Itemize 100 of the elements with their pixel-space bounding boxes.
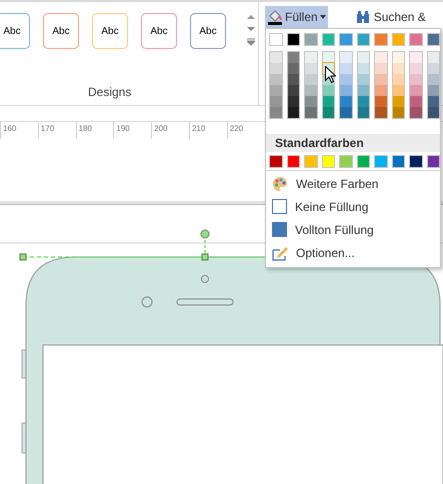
- color-swatch[interactable]: [340, 63, 352, 74]
- color-swatch[interactable]: [339, 155, 352, 168]
- color-swatch[interactable]: [374, 33, 388, 46]
- color-swatch[interactable]: [358, 52, 369, 63]
- color-swatch[interactable]: [322, 107, 334, 118]
- shape-style-button[interactable]: Abc: [190, 13, 226, 49]
- color-swatch[interactable]: [288, 52, 299, 63]
- color-swatch[interactable]: [375, 107, 386, 118]
- color-swatch[interactable]: [304, 155, 318, 168]
- color-swatch[interactable]: [304, 33, 318, 46]
- color-swatch[interactable]: [358, 107, 369, 118]
- fill-button[interactable]: Füllen: [265, 6, 328, 28]
- filled-square-icon: [272, 222, 287, 237]
- color-swatch[interactable]: [392, 74, 404, 85]
- color-swatch[interactable]: [356, 155, 370, 168]
- color-swatch[interactable]: [410, 107, 422, 118]
- color-swatch[interactable]: [375, 63, 386, 74]
- find-button[interactable]: Suchen &: [356, 6, 426, 28]
- color-swatch[interactable]: [358, 74, 369, 85]
- color-swatch[interactable]: [340, 96, 352, 107]
- color-swatch[interactable]: [375, 96, 386, 107]
- color-swatch[interactable]: [409, 33, 422, 46]
- color-swatch[interactable]: [340, 107, 352, 118]
- menu-item[interactable]: Optionen...: [266, 241, 440, 264]
- color-swatch[interactable]: [410, 85, 422, 96]
- binoculars-icon: [356, 10, 370, 24]
- color-swatch[interactable]: [286, 33, 300, 46]
- color-swatch[interactable]: [305, 96, 316, 107]
- color-swatch[interactable]: [305, 63, 316, 74]
- ruler-number: 170: [40, 123, 54, 135]
- scroll-up-icon[interactable]: [247, 14, 255, 20]
- color-swatch[interactable]: [340, 74, 352, 85]
- shape-style-button[interactable]: Abc: [141, 13, 177, 49]
- color-swatch[interactable]: [426, 33, 440, 46]
- color-swatch[interactable]: [410, 96, 422, 107]
- color-swatch[interactable]: [305, 107, 316, 118]
- resize-handle[interactable]: [20, 254, 26, 260]
- color-swatch[interactable]: [428, 96, 439, 107]
- color-swatch[interactable]: [269, 155, 282, 168]
- color-swatch[interactable]: [428, 74, 439, 85]
- color-swatch[interactable]: [270, 52, 282, 63]
- menu-item[interactable]: Keine Füllung: [266, 195, 440, 218]
- resize-handle[interactable]: [202, 254, 208, 260]
- color-swatch[interactable]: [269, 33, 282, 46]
- color-swatch[interactable]: [410, 63, 422, 74]
- rotate-handle[interactable]: [200, 230, 210, 238]
- color-swatch[interactable]: [322, 85, 334, 96]
- color-swatch[interactable]: [339, 33, 352, 46]
- color-swatch[interactable]: [340, 85, 352, 96]
- color-swatch[interactable]: [286, 155, 300, 168]
- color-swatch[interactable]: [392, 63, 404, 74]
- color-swatch[interactable]: [305, 85, 316, 96]
- color-swatch[interactable]: [322, 155, 335, 168]
- color-swatch[interactable]: [392, 85, 404, 96]
- color-swatch[interactable]: [410, 74, 422, 85]
- color-swatch[interactable]: [288, 85, 299, 96]
- color-swatch[interactable]: [375, 52, 386, 63]
- menu-item[interactable]: Vollton Füllung: [266, 218, 440, 241]
- color-swatch[interactable]: [288, 96, 299, 107]
- empty-square-icon: [272, 199, 287, 214]
- color-swatch[interactable]: [270, 96, 282, 107]
- menu-item[interactable]: Weitere Farben: [266, 172, 440, 195]
- shape-style-button[interactable]: Abc: [0, 13, 30, 49]
- color-swatch[interactable]: [358, 96, 369, 107]
- color-swatch[interactable]: [305, 74, 316, 85]
- shape-style-button[interactable]: Abc: [43, 13, 79, 49]
- color-swatch[interactable]: [392, 96, 404, 107]
- color-swatch[interactable]: [428, 52, 439, 63]
- color-swatch[interactable]: [358, 85, 369, 96]
- color-swatch[interactable]: [288, 63, 299, 74]
- color-swatch[interactable]: [322, 52, 334, 63]
- color-swatch[interactable]: [340, 52, 352, 63]
- color-swatch[interactable]: [270, 63, 282, 74]
- color-swatch[interactable]: [270, 107, 282, 118]
- color-swatch[interactable]: [356, 33, 370, 46]
- color-swatch[interactable]: [392, 107, 404, 118]
- shape-style-button[interactable]: Abc: [92, 13, 128, 49]
- color-swatch[interactable]: [410, 52, 422, 63]
- color-swatch[interactable]: [392, 52, 404, 63]
- color-swatch[interactable]: [358, 63, 369, 74]
- color-swatch[interactable]: [428, 107, 439, 118]
- color-swatch[interactable]: [375, 85, 386, 96]
- color-swatch[interactable]: [322, 33, 335, 46]
- color-swatch[interactable]: [392, 155, 405, 168]
- color-swatch[interactable]: [428, 63, 439, 74]
- color-swatch[interactable]: [428, 85, 439, 96]
- color-swatch[interactable]: [305, 52, 316, 63]
- color-swatch[interactable]: [270, 85, 282, 96]
- color-swatch[interactable]: [374, 155, 388, 168]
- expand-gallery-icon[interactable]: [247, 38, 255, 46]
- color-swatch[interactable]: [392, 33, 405, 46]
- color-swatch[interactable]: [375, 74, 386, 85]
- color-swatch[interactable]: [288, 74, 299, 85]
- color-swatch[interactable]: [426, 155, 440, 168]
- color-swatch[interactable]: [322, 96, 334, 107]
- scroll-down-icon[interactable]: [247, 26, 255, 32]
- color-swatch[interactable]: [409, 155, 422, 168]
- color-swatch[interactable]: [288, 107, 299, 118]
- paint-bucket-icon: [267, 9, 283, 25]
- color-swatch[interactable]: [270, 74, 282, 85]
